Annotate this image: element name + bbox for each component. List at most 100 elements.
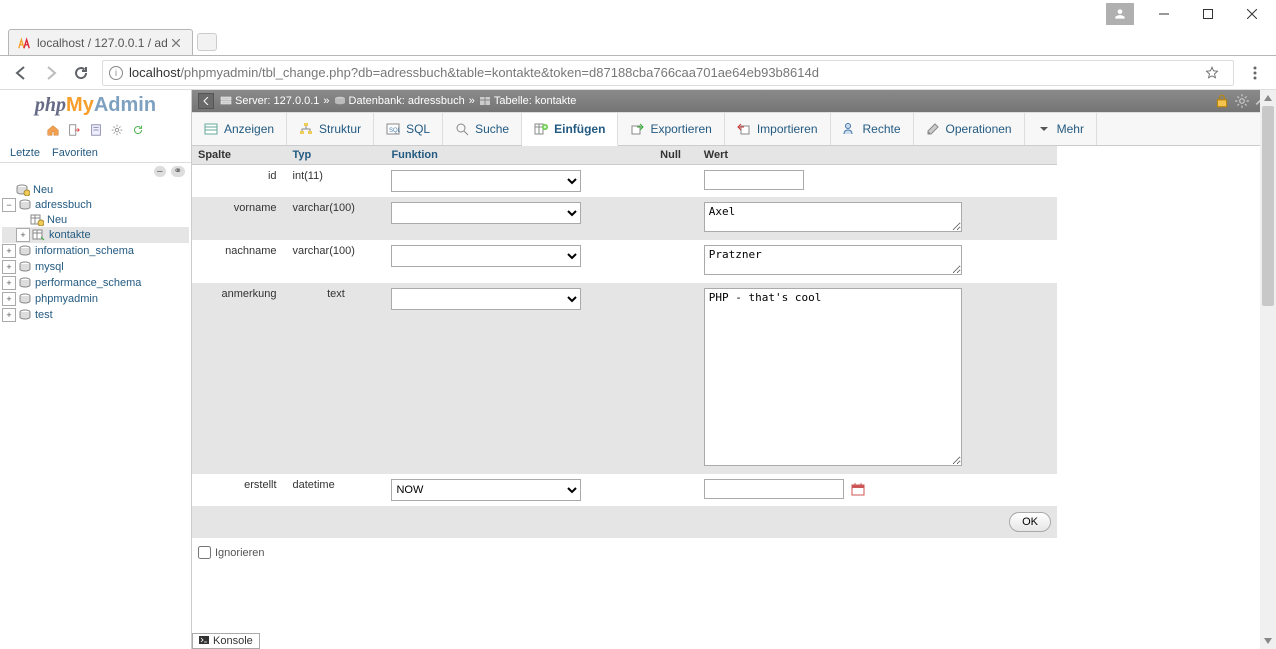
nav-forward-button[interactable] [36,58,66,88]
func-select-erstellt[interactable]: NOW [391,479,581,501]
func-select-vorname[interactable] [391,202,581,224]
scroll-up-icon[interactable] [1260,90,1276,106]
tree-table-kontakte[interactable]: + kontakte [2,227,189,243]
ok-button[interactable]: OK [1009,512,1051,532]
new-tab-button[interactable] [197,33,217,51]
lock-icon[interactable] [1214,93,1230,109]
sidebar-tab-favorites[interactable]: Favoriten [46,144,104,162]
tab-mehr[interactable]: Mehr [1025,113,1097,145]
tab-exportieren[interactable]: Exportieren [618,113,724,145]
th-spalte: Spalte [192,146,287,165]
pma-favicon-icon [17,36,31,50]
tab-anzeigen[interactable]: Anzeigen [192,113,287,145]
value-input-nachname[interactable]: Pratzner [704,245,962,275]
browser-address-bar: i localhost/phpmyadmin/tbl_change.php?db… [0,56,1276,90]
privileges-icon [843,122,857,136]
tab-struktur[interactable]: Struktur [287,113,374,145]
bookmark-star-icon[interactable] [1197,58,1227,88]
database-icon [18,261,32,273]
browser-tab-title: localhost / 127.0.0.1 / ad [37,36,168,50]
ignore-row: Ignorieren [192,538,1276,561]
expand-icon[interactable]: + [2,260,16,274]
th-null: Null [654,146,698,165]
insert-table: Spalte Typ Funktion Null Wert id int(11) [192,146,1057,506]
import-icon [737,122,751,136]
nav-reload-button[interactable] [66,58,96,88]
database-icon [18,245,32,257]
sidebar-tab-recent[interactable]: Letzte [4,144,46,162]
row-anmerkung: anmerkung text PHP - that's cool [192,283,1057,474]
logout-icon[interactable] [67,123,81,137]
value-input-vorname[interactable]: Axel [704,202,962,232]
window-titlebar [0,0,1276,28]
breadcrumb-database[interactable]: adressbuch [408,95,465,107]
url-input[interactable]: i localhost/phpmyadmin/tbl_change.php?db… [102,60,1234,86]
profile-avatar[interactable] [1106,3,1134,25]
breadcrumb-table[interactable]: kontakte [535,95,577,107]
th-typ[interactable]: Typ [287,146,386,165]
tab-operationen[interactable]: Operationen [914,113,1025,145]
tree-new-top[interactable]: Neu [2,183,189,197]
tree-db-adressbuch[interactable]: − adressbuch [2,197,189,213]
site-info-icon[interactable]: i [109,66,123,80]
breadcrumb-back-icon[interactable] [198,93,214,109]
database-icon [334,96,346,106]
tree-adressbuch-new[interactable]: Neu [2,213,189,227]
collapse-all-icon[interactable]: – [154,166,166,177]
tab-close-icon[interactable] [168,35,184,51]
browser-tab-bar: localhost / 127.0.0.1 / ad [0,28,1276,56]
tree-db-performance-schema[interactable]: + performance_schema [2,275,189,291]
scrollbar-thumb[interactable] [1262,106,1274,306]
top-nav: Anzeigen Struktur SQLSQL Suche Einfügen … [192,112,1276,146]
nav-back-button[interactable] [6,58,36,88]
reload-tree-icon[interactable] [131,123,145,137]
settings-gear-icon[interactable] [110,123,124,137]
tree-db-mysql[interactable]: + mysql [2,259,189,275]
gear-icon[interactable] [1234,93,1250,109]
browser-menu-icon[interactable] [1240,58,1270,88]
docs-icon[interactable] [89,123,103,137]
th-funktion[interactable]: Funktion [385,146,654,165]
func-select-id[interactable] [391,170,581,192]
database-icon [18,199,32,211]
value-input-erstellt[interactable] [704,479,844,499]
expand-icon[interactable]: + [2,276,16,290]
tree-db-information-schema[interactable]: + information_schema [2,243,189,259]
tree-db-test[interactable]: + test [2,307,189,323]
ignore-checkbox[interactable] [198,546,211,559]
sidebar-toggle-row: – ⚭ [0,163,191,179]
home-icon[interactable] [46,123,60,137]
table-browse-icon [32,229,46,241]
url-text: localhost/phpmyadmin/tbl_change.php?db=a… [129,65,819,80]
row-vorname: vorname varchar(100) Axel [192,197,1057,240]
func-select-nachname[interactable] [391,245,581,267]
window-minimize-button[interactable] [1142,0,1186,28]
link-icon[interactable]: ⚭ [171,166,185,177]
pma-logo[interactable]: phpMyAdmin [0,90,191,121]
expand-icon[interactable]: + [2,244,16,258]
expand-icon[interactable]: + [16,228,30,242]
svg-text:SQL: SQL [389,128,400,134]
new-db-icon [16,184,30,196]
sidebar-icon-row [0,121,191,144]
tab-rechte[interactable]: Rechte [831,113,914,145]
expand-icon[interactable]: + [2,292,16,306]
tab-sql[interactable]: SQLSQL [374,113,443,145]
tab-importieren[interactable]: Importieren [725,113,831,145]
value-input-anmerkung[interactable]: PHP - that's cool [704,288,962,466]
vertical-scrollbar[interactable] [1260,90,1276,649]
browser-tab[interactable]: localhost / 127.0.0.1 / ad [8,29,193,55]
tab-suche[interactable]: Suche [443,113,522,145]
window-maximize-button[interactable] [1186,0,1230,28]
value-input-id[interactable] [704,170,804,190]
window-close-button[interactable] [1230,0,1274,28]
tree-db-phpmyadmin[interactable]: + phpmyadmin [2,291,189,307]
breadcrumb-server[interactable]: 127.0.0.1 [274,95,320,107]
func-select-anmerkung[interactable] [391,288,581,310]
collapse-icon[interactable]: − [2,198,16,212]
scroll-down-icon[interactable] [1260,633,1276,649]
calendar-icon[interactable] [851,482,865,496]
tab-einfuegen[interactable]: Einfügen [522,113,618,146]
console-toggle[interactable]: Konsole [192,633,260,649]
expand-icon[interactable]: + [2,308,16,322]
